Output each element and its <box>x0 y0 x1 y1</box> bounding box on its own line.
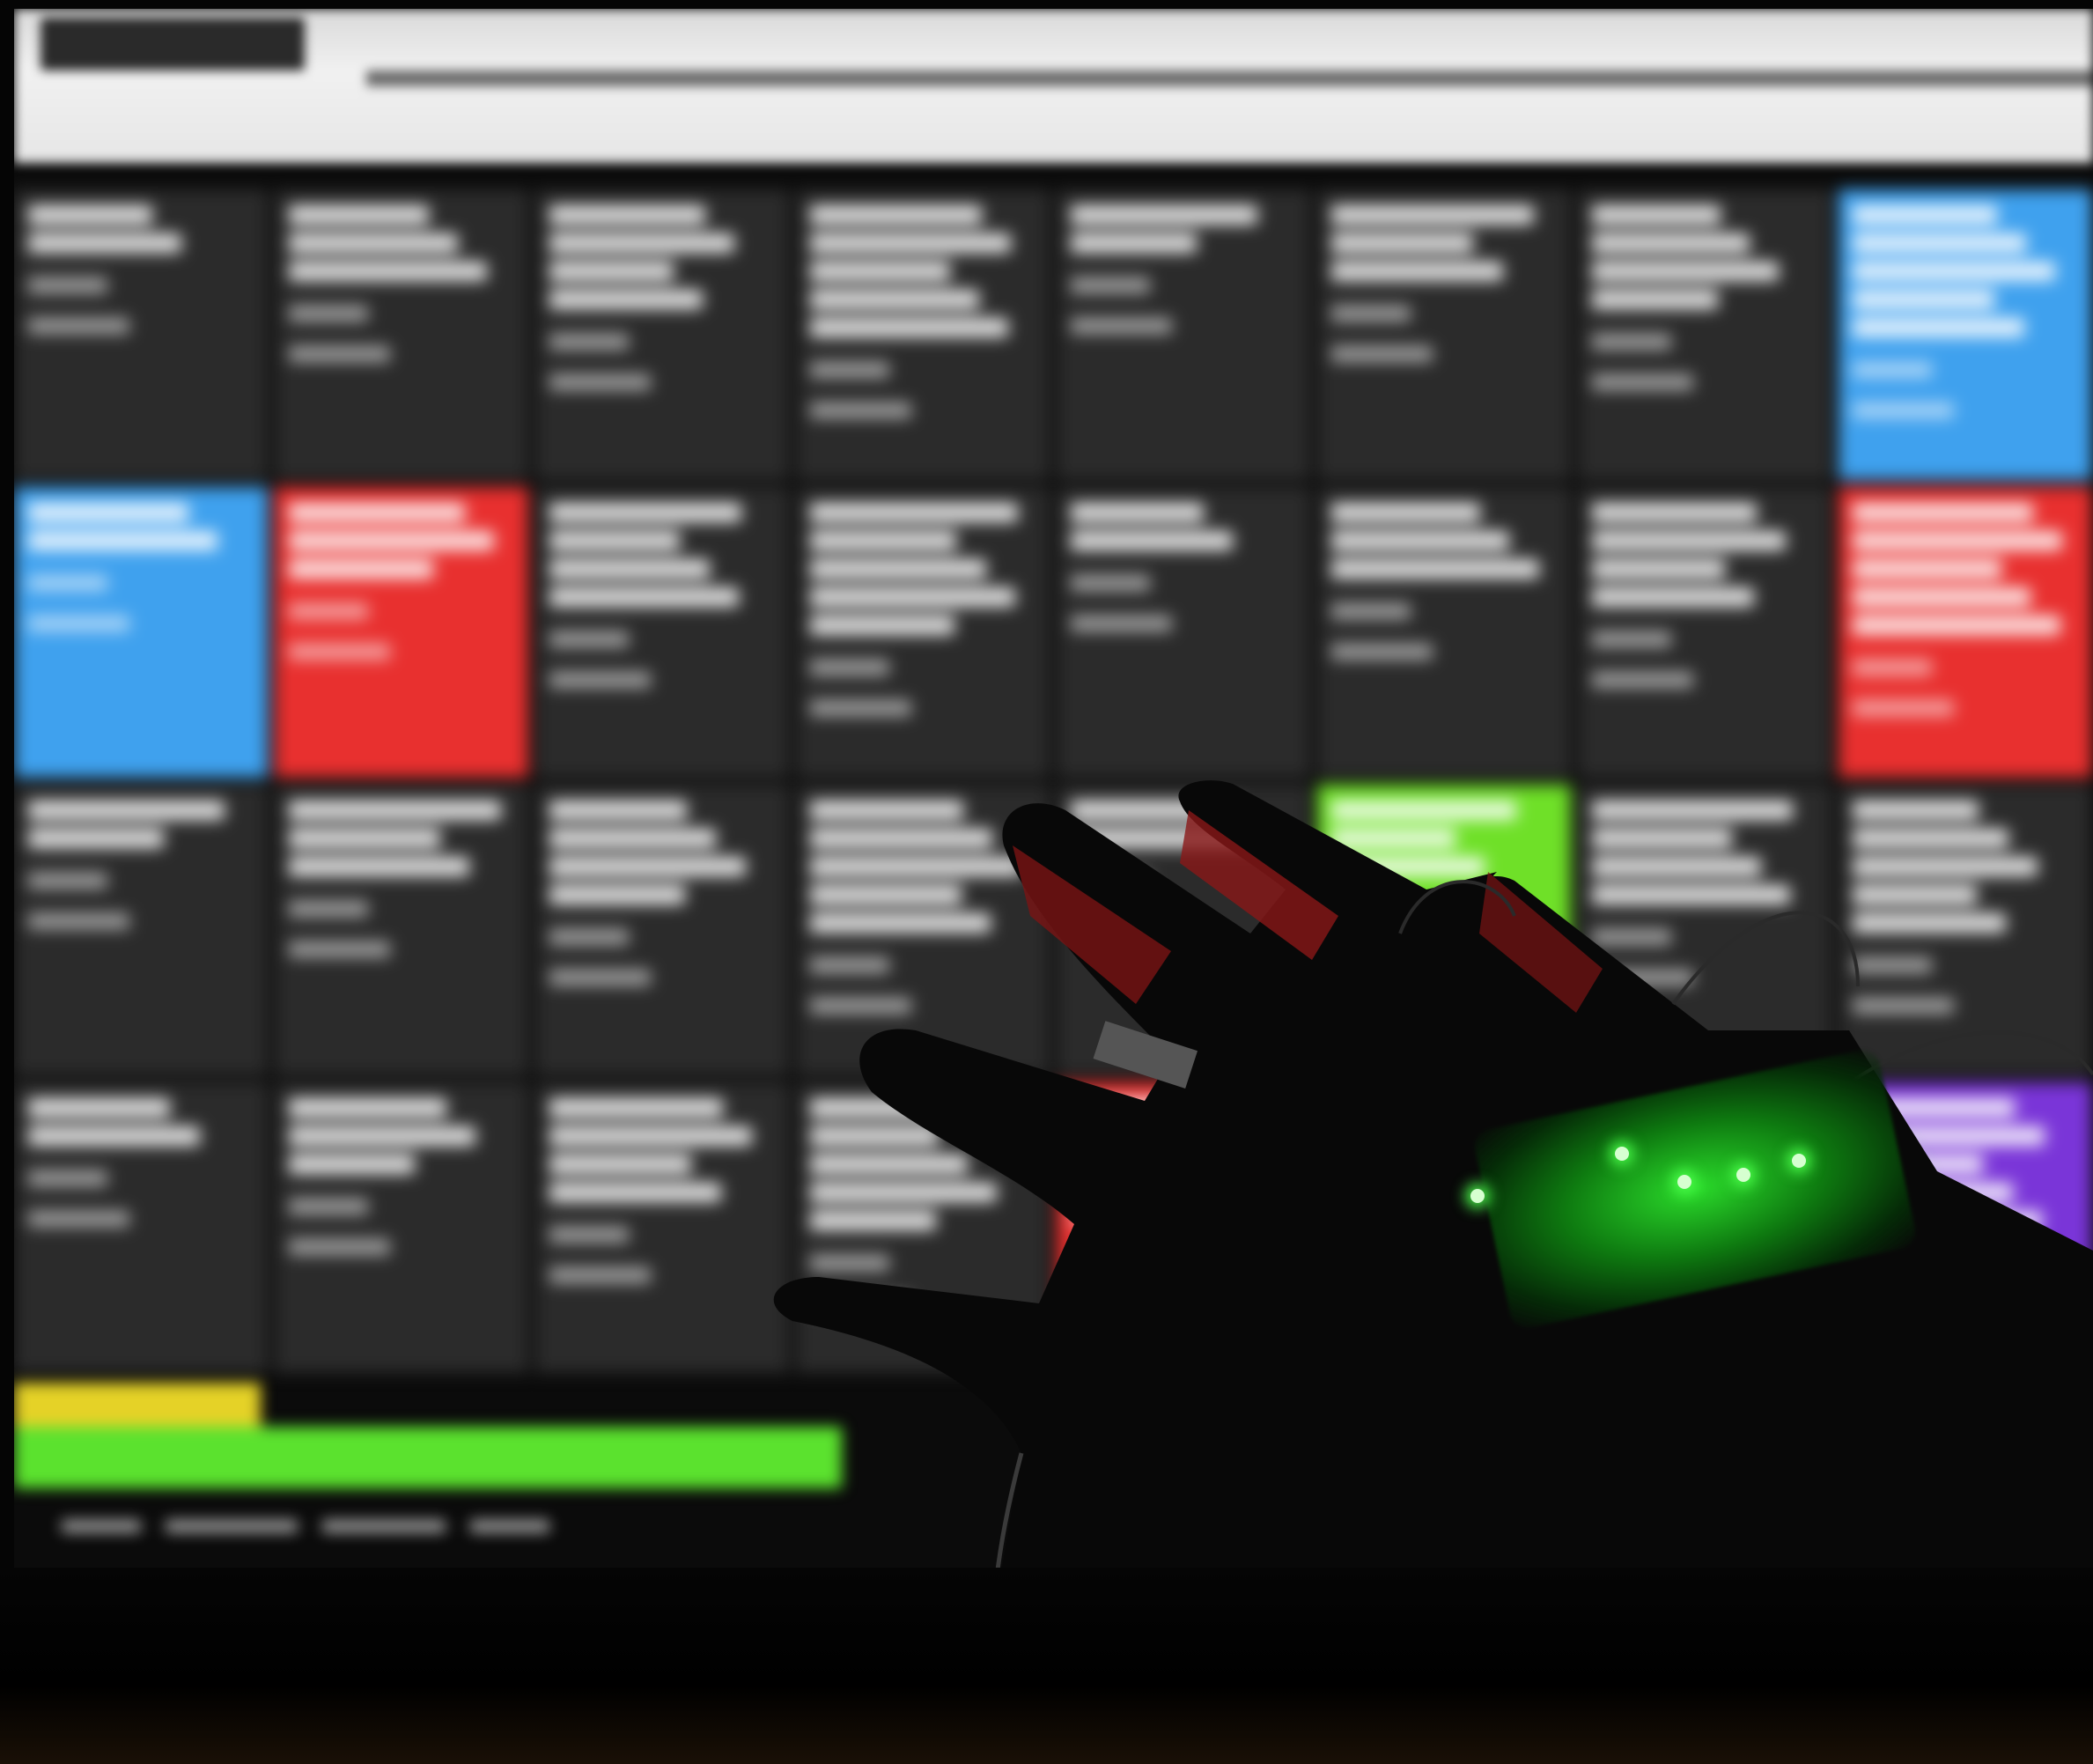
led-indicator <box>1470 1189 1485 1203</box>
led-indicator <box>1615 1147 1629 1161</box>
sensor-cable <box>1847 1030 2093 1085</box>
led-indicator <box>1677 1175 1691 1189</box>
gloved-hand <box>773 780 2093 1764</box>
photo-scene <box>0 0 2093 1764</box>
led-indicator <box>1736 1168 1750 1182</box>
desk-shadow <box>0 1568 2093 1764</box>
sensor-cable <box>1671 911 1860 1006</box>
led-indicator <box>1792 1154 1806 1168</box>
